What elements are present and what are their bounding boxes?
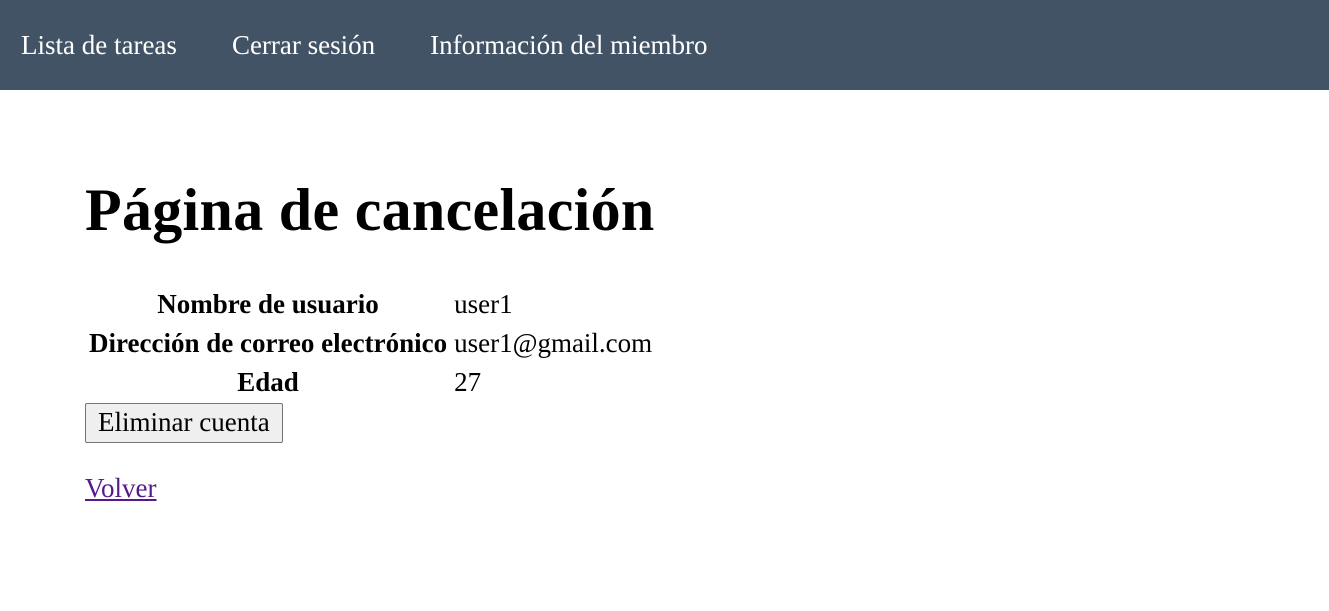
account-info-table: Nombre de usuario user1 Dirección de cor… [87,284,656,403]
age-value: 27 [454,367,482,397]
email-value: user1@gmail.com [454,328,653,358]
main-content: Página de cancelación Nombre de usuario … [0,90,1329,504]
email-label: Dirección de correo electrónico [89,328,448,358]
age-label: Edad [237,367,299,397]
top-navbar: Lista de tareas Cerrar sesión Informació… [0,0,1329,90]
table-row-username: Nombre de usuario user1 [89,286,654,323]
nav-link-logout[interactable]: Cerrar sesión [232,30,375,61]
page-title: Página de cancelación [85,177,655,243]
back-link[interactable]: Volver [85,473,157,504]
delete-account-button[interactable]: Eliminar cuenta [85,403,283,443]
username-label: Nombre de usuario [157,289,379,319]
nav-link-task-list[interactable]: Lista de tareas [21,30,177,61]
username-value: user1 [454,289,513,319]
table-row-email: Dirección de correo electrónico user1@gm… [89,325,654,362]
table-row-age: Edad 27 [89,364,654,401]
nav-link-member-info[interactable]: Información del miembro [430,30,707,61]
